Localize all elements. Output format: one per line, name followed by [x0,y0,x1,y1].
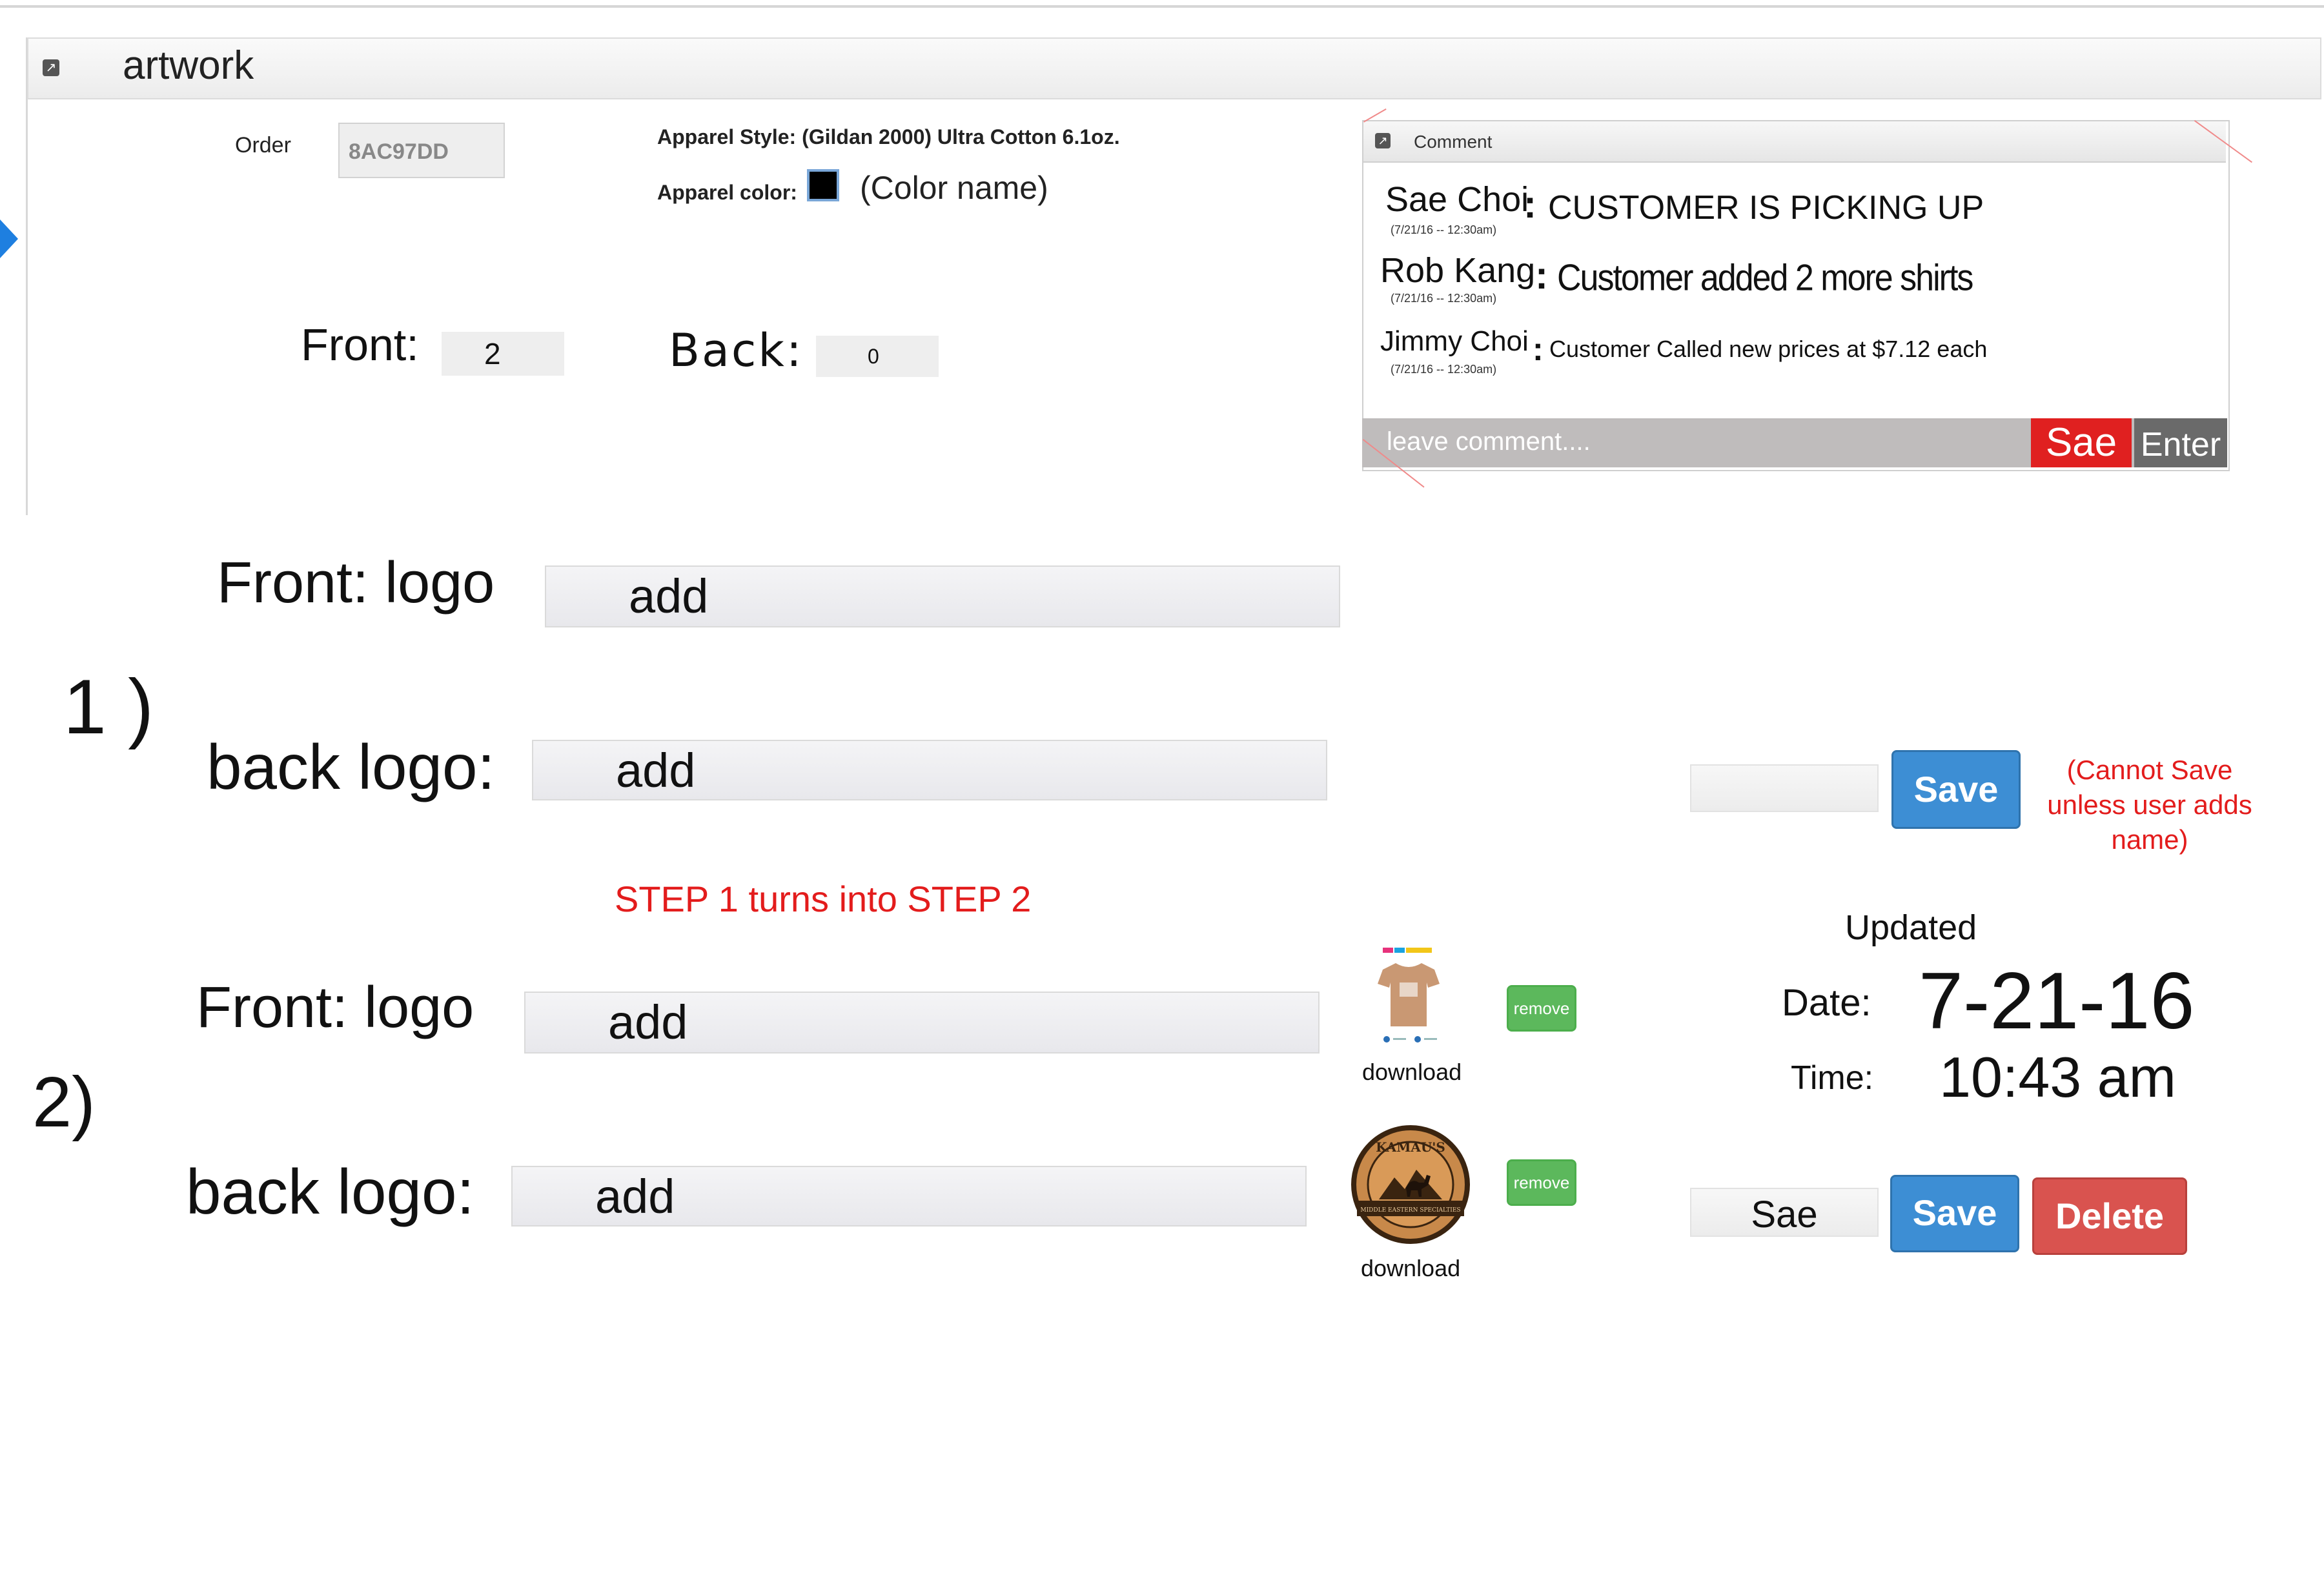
back-logo-add-field[interactable]: add [511,1166,1307,1227]
comment-time: (7/21/16 -- 12:30am) [1391,223,1497,236]
enter-button[interactable]: Enter [2134,418,2227,467]
remove-button[interactable]: remove [1507,985,1576,1032]
logo-text: KAMAU'S [1376,1139,1445,1155]
step-2-number: 2) [32,1063,96,1142]
comment-author: Sae Choi [1385,180,1529,219]
order-field[interactable]: 8AC97DD [338,123,505,178]
comment-author: Rob Kang [1380,251,1536,290]
back-logo-label: back logo: [207,731,495,802]
arrow-right-icon [0,219,18,258]
back-count-label: Back: [669,324,804,377]
back-logo-thumbnail[interactable]: KAMAU'S MIDDLE EASTERN SPECIALTIES [1349,1123,1472,1246]
date-value: 7-21-16 [1919,957,2195,1046]
front-logo-label: Front: logo [217,551,495,615]
logo-band-text: MIDDLE EASTERN SPECIALTIES [1360,1207,1460,1214]
transition-note: STEP 1 turns into STEP 2 [615,879,1032,919]
comment-input-placeholder: leave comment.... [1387,427,1591,456]
top-divider [0,5,2324,8]
front-logo-label: Front: logo [196,975,474,1040]
back-count-field[interactable]: 0 [816,336,939,377]
color-swatch[interactable] [807,169,839,201]
comment-text: Customer Called new prices at $7.12 each [1549,336,1988,362]
comment-colon: : [1524,183,1536,226]
download-link[interactable]: download [1361,1255,1460,1282]
color-name: (Color name) [860,170,1048,206]
back-logo-add-field[interactable]: add [532,740,1327,800]
comment-time: (7/21/16 -- 12:30am) [1391,363,1497,376]
front-logo-add-field[interactable]: add [545,565,1340,627]
comment-time: (7/21/16 -- 12:30am) [1391,292,1497,305]
panel-title: artwork [123,43,254,88]
expand-icon[interactable]: ↗ [1375,133,1391,148]
updated-title: Updated [1845,908,1977,947]
front-logo-thumbnail[interactable] [1370,944,1447,1047]
front-count-field[interactable]: 2 [442,332,564,376]
time-value: 10:43 am [1939,1045,2176,1109]
tshirt-icon [1378,948,1440,1043]
download-link[interactable]: download [1362,1059,1462,1086]
comment-title: Comment [1414,132,1493,152]
front-logo-add-field[interactable]: add [524,992,1320,1054]
delete-button[interactable]: Delete [2032,1177,2187,1255]
comment-header [1363,121,2226,163]
front-count-label: Front: [301,320,419,370]
comment-text: Customer added 2 more shirts [1557,258,1973,299]
comment-colon: : [1535,254,1548,297]
remove-button[interactable]: remove [1507,1159,1576,1206]
date-label: Date: [1782,982,1871,1024]
back-logo-label: back logo: [186,1156,474,1227]
save-button[interactable]: Save [1891,750,2021,829]
name-field[interactable] [1690,764,1879,812]
time-label: Time: [1791,1059,1874,1097]
sae-button[interactable]: Sae [2031,418,2132,467]
comment-author: Jimmy Choi [1380,325,1529,357]
panel-header [27,37,2321,99]
apparel-color-label: Apparel color: [657,181,797,204]
camel-logo-icon: KAMAU'S MIDDLE EASTERN SPECIALTIES [1351,1125,1470,1244]
save-note: (Cannot Save unless user adds name) [2047,755,2252,855]
save-button[interactable]: Save [1890,1175,2019,1252]
expand-icon[interactable]: ↗ [43,59,59,76]
comment-text: CUSTOMER IS PICKING UP [1548,189,1984,227]
step-1-number: 1 ) [63,664,154,750]
comment-colon: : [1533,331,1544,367]
name-field[interactable]: Sae [1690,1188,1879,1237]
order-label: Order [235,133,291,158]
apparel-style: Apparel Style: (Gildan 2000) Ultra Cotto… [657,125,1120,148]
